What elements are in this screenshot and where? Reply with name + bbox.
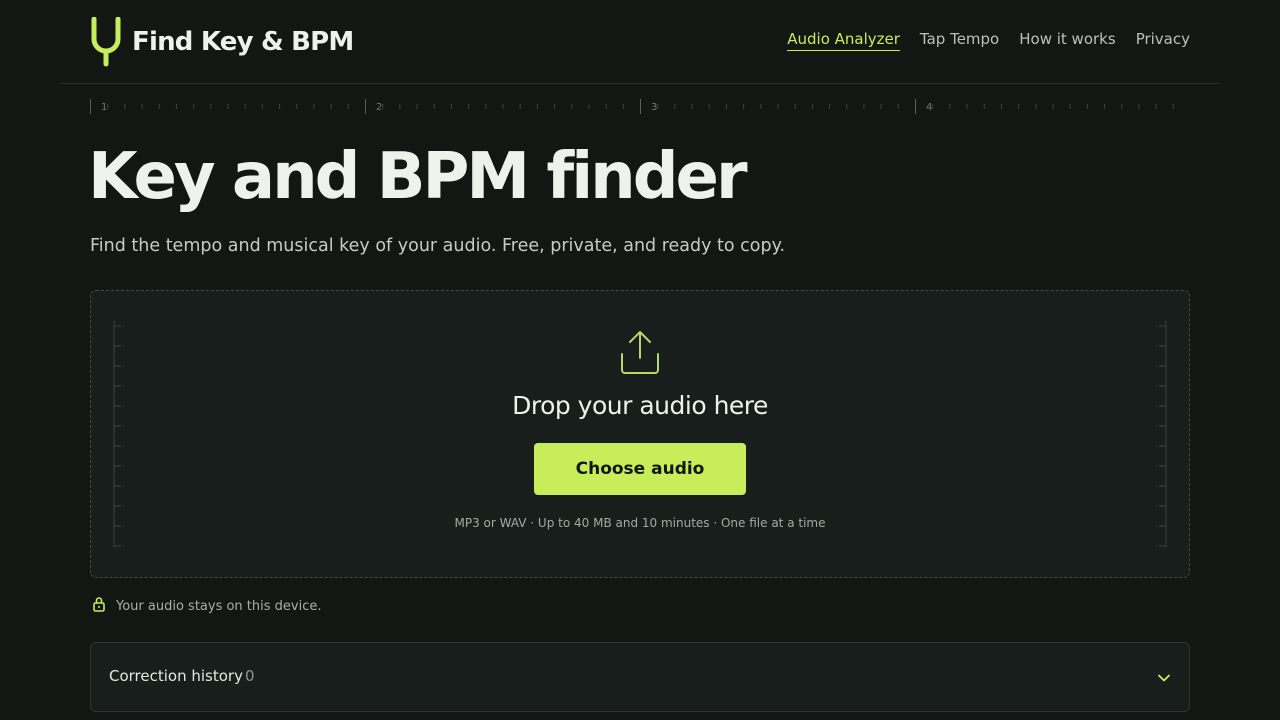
dropzone-hint: MP3 or WAV · Up to 40 MB and 10 minutes … <box>454 516 826 530</box>
ruler-bar-number: 3 <box>651 102 657 113</box>
main-nav: Audio Analyzer Tap Tempo How it works Pr… <box>787 30 1190 51</box>
chevron-down-icon[interactable] <box>1157 670 1171 689</box>
page-title: Key and BPM finder <box>88 140 747 214</box>
brand-name: Find Key & BPM <box>132 27 354 57</box>
nav-audio-analyzer[interactable]: Audio Analyzer <box>787 30 900 51</box>
beat-ruler-graphic: 1 2 3 4 <box>90 99 1174 114</box>
audio-dropzone[interactable]: Drop your audio here Choose audio MP3 or… <box>90 290 1190 578</box>
dropzone-left-ticks <box>113 321 121 547</box>
correction-history-count: 0 <box>245 667 255 685</box>
lock-icon <box>92 596 106 616</box>
correction-history-label: Correction history <box>109 667 243 685</box>
nav-tap-tempo[interactable]: Tap Tempo <box>920 30 999 51</box>
privacy-note-text: Your audio stays on this device. <box>116 598 322 614</box>
upload-icon <box>619 328 661 380</box>
dropzone-right-ticks <box>1159 321 1167 547</box>
choose-audio-button[interactable]: Choose audio <box>534 443 746 495</box>
brand[interactable]: Find Key & BPM <box>90 16 354 68</box>
site-header: Find Key & BPM Audio Analyzer Tap Tempo … <box>60 0 1220 84</box>
correction-history-panel[interactable]: Correction history 0 <box>90 642 1190 712</box>
nav-privacy[interactable]: Privacy <box>1136 30 1190 51</box>
ruler-bar-number: 4 <box>926 102 932 113</box>
page-subtitle: Find the tempo and musical key of your a… <box>90 236 786 256</box>
privacy-note: Your audio stays on this device. <box>92 596 322 616</box>
tuning-fork-logo-icon <box>90 17 122 67</box>
dropzone-title: Drop your audio here <box>512 391 768 420</box>
nav-how-it-works[interactable]: How it works <box>1019 30 1115 51</box>
ruler-bar-number: 2 <box>376 102 382 113</box>
beat-ruler: 1 2 3 4 <box>90 99 1190 115</box>
ruler-bar-number: 1 <box>101 102 107 113</box>
